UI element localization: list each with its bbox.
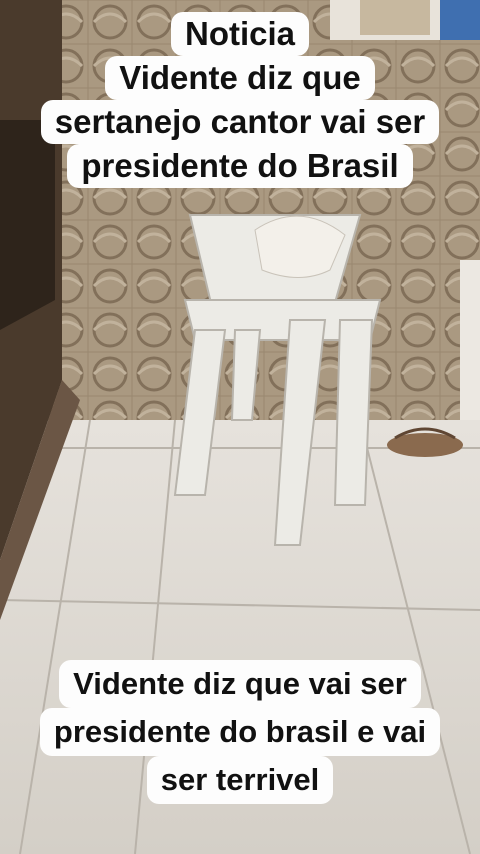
top-caption-line: sertanejo cantor vai ser xyxy=(40,100,440,144)
bottom-caption: Vidente diz que vai ser presidente do br… xyxy=(0,660,480,804)
top-caption-line: Noticia xyxy=(170,12,310,56)
top-caption-line: Vidente diz que xyxy=(105,56,375,100)
bottom-caption-line: presidente do brasil e vai xyxy=(39,708,441,756)
bottom-caption-line: ser terrivel xyxy=(146,756,334,804)
top-caption: Noticia Vidente diz que sertanejo cantor… xyxy=(0,12,480,188)
bottom-caption-line: Vidente diz que vai ser xyxy=(59,660,421,708)
top-caption-line: presidente do Brasil xyxy=(67,144,413,188)
